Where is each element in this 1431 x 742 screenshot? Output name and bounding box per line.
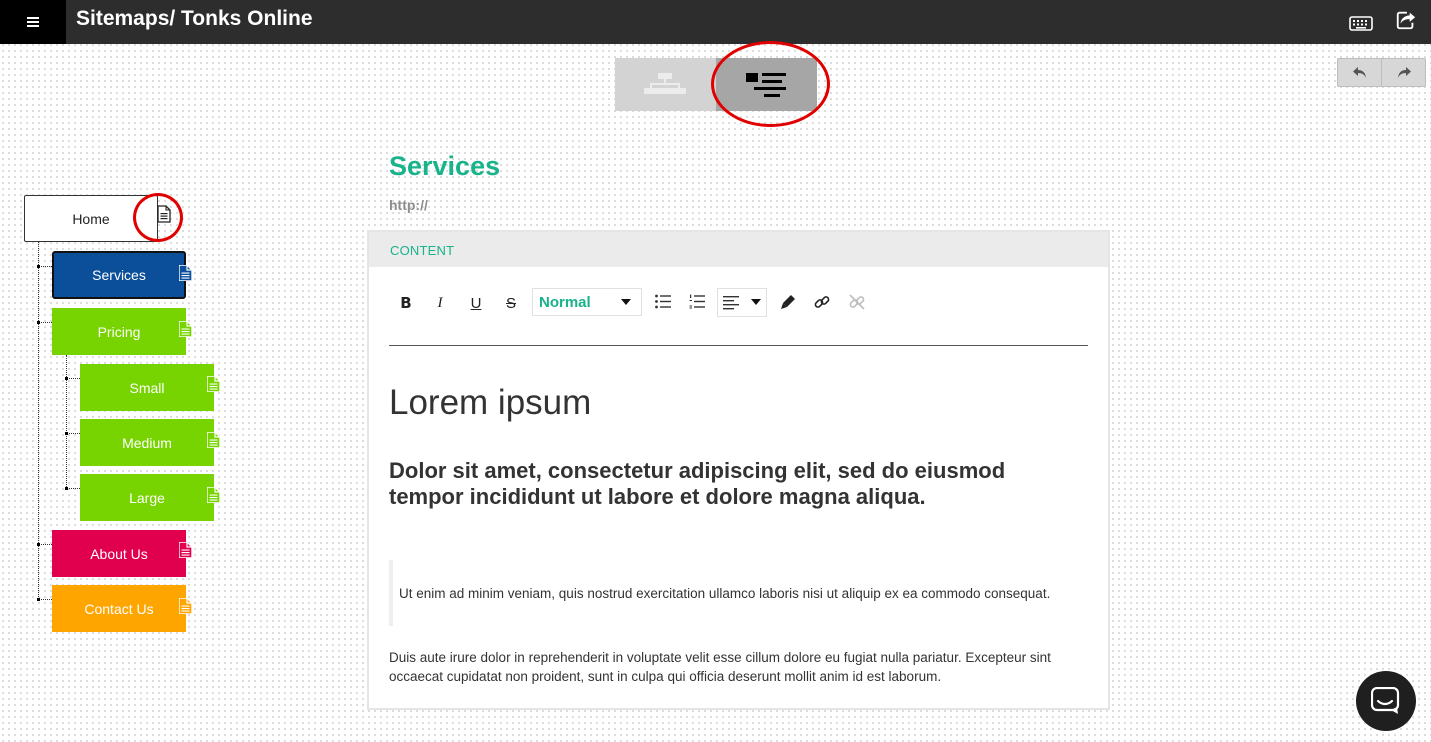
keyboard-icon[interactable] [1349,12,1373,34]
strikethrough-icon: S [505,294,516,312]
node-label: Home [72,210,110,227]
tree-dot [65,487,68,490]
chevron-down-icon [751,299,761,305]
app-title: Sitemaps/ Tonks Online [76,7,313,30]
sitemap-node-about-us[interactable]: About Us [52,530,186,577]
undo-button[interactable] [1338,59,1381,86]
node-label: Medium [122,434,172,451]
italic-icon: I [437,294,443,311]
chat-icon [1371,687,1400,714]
tree-connector [66,378,80,379]
node-label: Pricing [97,323,141,340]
page-content-icon[interactable] [207,432,220,448]
link-icon[interactable] [814,294,830,310]
menu-button[interactable] [0,0,66,44]
node-label: About Us [90,545,148,562]
bold-button[interactable]: B [396,290,416,316]
blockquote-bar [389,560,393,626]
tree-connector [66,355,67,489]
unlink-icon[interactable] [849,294,865,310]
tree-connector [66,488,80,489]
sitemap-view-button[interactable] [615,58,716,111]
node-label: Large [129,489,165,506]
history-controls [1337,58,1426,87]
sitemap-node-medium[interactable]: Medium [80,419,214,466]
tree-connector [66,433,80,434]
sitemap-node-contact-us[interactable]: Contact Us [52,585,186,632]
bullet-list-icon[interactable] [655,294,671,309]
page-content-icon[interactable] [179,598,192,614]
content-blockquote[interactable]: Ut enim ad minim veniam, quis nostrud ex… [399,586,1050,601]
bold-icon: B [400,294,412,312]
format-select[interactable]: Normal [532,288,642,316]
content-heading-1[interactable]: Lorem ipsum [389,382,591,424]
page-url[interactable]: http:// [389,197,428,213]
tree-connector [38,266,52,267]
page-content-icon[interactable] [207,376,220,392]
editor-divider [389,345,1088,346]
panel-section-label: CONTENT [390,243,455,258]
tree-dot [37,543,40,546]
chat-button[interactable] [1356,671,1416,731]
undo-icon [1352,66,1366,78]
tree-connector [38,544,52,545]
align-left-icon [723,296,739,310]
redo-button[interactable] [1381,59,1425,86]
tree-dot [65,377,68,380]
node-label: Small [129,379,165,396]
page-title: Services [389,151,501,181]
sitemap-node-large[interactable]: Large [80,474,214,521]
underline-icon: U [470,294,482,312]
share-icon[interactable] [1394,9,1418,31]
italic-button[interactable]: I [430,290,450,316]
align-select[interactable] [717,288,767,317]
sitemap-node-pricing[interactable]: Pricing [52,308,186,355]
content-paragraph[interactable]: Duis aute irure dolor in reprehenderit i… [389,648,1089,686]
underline-button[interactable]: U [466,290,486,316]
sitemap-node-services[interactable]: Services [52,251,186,299]
page-content-icon[interactable] [207,487,220,503]
page-content-icon[interactable] [179,321,192,337]
redo-icon [1397,66,1411,78]
sitemap-view-icon [644,73,686,94]
strikethrough-button[interactable]: S [501,290,521,316]
node-label: Contact Us [84,600,154,617]
tree-dot [37,598,40,601]
node-label: Services [92,267,146,283]
format-select-value: Normal [539,293,591,311]
tree-dot [37,321,40,324]
annotation-circle-toggle [711,41,830,127]
sitemap-node-small[interactable]: Small [80,364,214,411]
menu-icon [27,17,39,27]
page-content-icon[interactable] [179,542,192,558]
numbered-list-icon[interactable] [689,294,705,309]
annotation-circle-home-icon [133,193,183,242]
content-heading-2[interactable]: Dolor sit amet, consectetur adipiscing e… [389,458,1079,510]
tree-dot [65,432,68,435]
top-bar: Sitemaps/ Tonks Online [0,0,1431,44]
chevron-down-icon [621,299,631,305]
tree-connector [38,599,52,600]
panel-header: CONTENT [369,232,1108,267]
tree-connector [38,322,52,323]
highlight-icon[interactable] [780,294,796,310]
page-content-icon[interactable] [179,265,192,281]
tree-dot [37,265,40,268]
